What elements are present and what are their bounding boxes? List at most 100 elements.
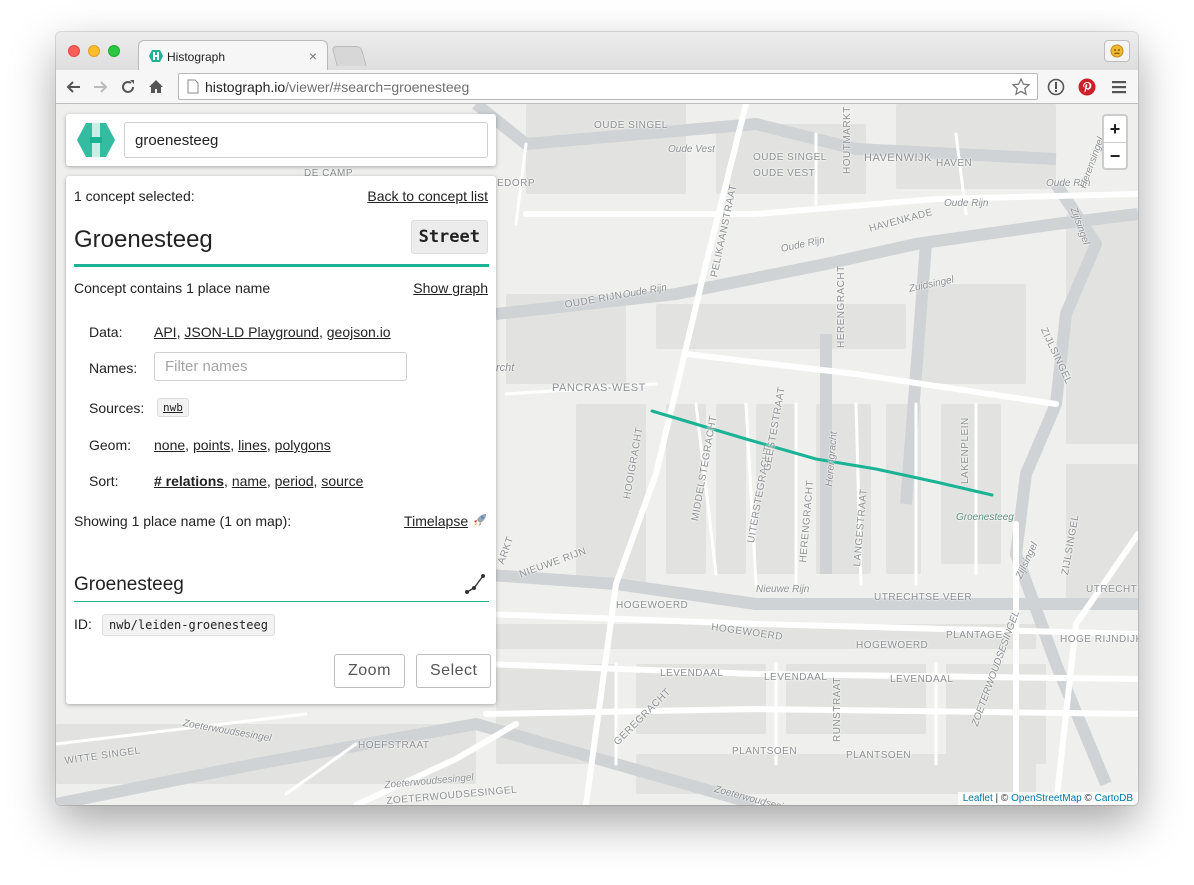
map-label: LEVENDAAL — [890, 674, 954, 685]
page-icon — [187, 79, 199, 94]
timelapse-link[interactable]: Timelapse — [404, 512, 488, 529]
source-nwb-chip[interactable]: nwb — [157, 398, 189, 417]
sort-relations-link[interactable]: # relations — [154, 473, 224, 489]
concept-type-badge: Street — [410, 220, 488, 254]
browser-toolbar: histograph.io/viewer/#search=groenesteeg — [56, 70, 1138, 104]
filter-names-input[interactable] — [154, 352, 407, 381]
map-label: OUDE SINGEL — [594, 120, 668, 131]
place-divider — [74, 601, 489, 602]
window-maximize-button[interactable] — [108, 45, 120, 57]
sort-period-link[interactable]: period — [275, 473, 314, 489]
names-label: Names: — [89, 360, 138, 376]
timelapse-label: Timelapse — [404, 513, 469, 529]
show-graph-link[interactable]: Show graph — [413, 280, 488, 296]
concept-panel: 1 concept selected: Back to concept list… — [66, 176, 496, 704]
geom-polygons-link[interactable]: polygons — [275, 437, 331, 453]
title-divider — [74, 264, 489, 267]
menu-hamburger-icon[interactable] — [1110, 77, 1130, 97]
map-label: RUNSTRAAT — [832, 677, 843, 742]
api-link[interactable]: API — [154, 324, 177, 340]
sources-label: Sources: — [89, 400, 145, 416]
map-label: LEVENDAAL — [764, 672, 828, 683]
browser-window: Histograph × histograph.io/viewer/#searc… — [56, 32, 1138, 805]
map-label: OUDE SINGEL — [753, 152, 827, 163]
map-label: HERENGRACHT — [836, 265, 847, 348]
map-label: HOGE RIJNDIJK — [1060, 634, 1138, 645]
attribution-separator: © — [1081, 793, 1095, 804]
back-arrow-icon[interactable] — [64, 77, 84, 97]
map-label: Oude Rijn — [944, 198, 989, 209]
map-label: PLANTSOEN — [846, 750, 912, 761]
search-input[interactable] — [124, 122, 488, 158]
geom-lines-link[interactable]: lines — [238, 437, 267, 453]
back-to-concept-list-link[interactable]: Back to concept list — [367, 188, 488, 204]
bookmark-star-icon[interactable] — [1011, 77, 1031, 97]
showing-count-text: Showing 1 place name (1 on map): — [74, 513, 292, 529]
data-label: Data: — [89, 324, 123, 340]
map-label: OUDE VEST — [753, 168, 816, 179]
geom-label: Geom: — [89, 437, 132, 453]
place-name: Groenesteeg — [74, 574, 184, 595]
zoom-in-button[interactable]: + — [1104, 116, 1126, 142]
sort-name-link[interactable]: name — [232, 473, 267, 489]
rocket-icon — [474, 514, 486, 526]
map-label: PANCRAS-WEST — [552, 382, 646, 394]
leaflet-link[interactable]: Leaflet — [963, 793, 993, 804]
id-label: ID: — [74, 616, 92, 632]
new-tab-button[interactable] — [331, 46, 367, 66]
pinterest-icon[interactable] — [1077, 77, 1097, 97]
map-label: HOGEWOERD — [856, 640, 929, 651]
data-links: API, JSON-LD Playground, geojson.io — [154, 324, 391, 340]
map-label: UTRECHTSE VEER — [874, 592, 973, 603]
geom-none-link[interactable]: none — [154, 437, 185, 453]
map-label: LAKENPLEIN — [960, 417, 971, 484]
map-label: UTRECHTS — [1086, 584, 1138, 595]
histograph-logo-icon[interactable] — [76, 122, 116, 158]
map-label: Oude Vest — [668, 144, 715, 155]
concept-title: Groenesteeg — [74, 226, 213, 253]
map-label: PLANTSOEN — [732, 746, 798, 757]
window-minimize-button[interactable] — [88, 45, 100, 57]
forward-arrow-icon[interactable] — [90, 77, 110, 97]
map-label: HOUTMARKT — [842, 106, 853, 174]
browser-tab-histograph[interactable]: Histograph × — [138, 40, 328, 71]
profile-button[interactable] — [1104, 40, 1130, 62]
map-label: Nieuwe Rijn — [756, 584, 810, 595]
sort-source-link[interactable]: source — [321, 473, 363, 489]
map-label: LEVENDAAL — [660, 668, 724, 679]
map-label: Groenesteeg — [956, 512, 1014, 523]
map-label: HAVEN — [936, 158, 973, 169]
map-label: HOEFSTRAAT — [358, 740, 430, 751]
histograph-favicon-icon — [149, 50, 163, 62]
tab-title: Histograph — [167, 50, 226, 64]
attribution-separator: | © — [992, 793, 1012, 804]
graph-icon[interactable] — [464, 572, 488, 596]
window-close-button[interactable] — [68, 45, 80, 57]
zoom-out-button[interactable]: − — [1104, 142, 1126, 168]
sort-label: Sort: — [89, 473, 119, 489]
select-button[interactable]: Select — [416, 654, 492, 688]
page-viewport: OUDE SINGEL Oude Vest OUDE SINGEL OUDE V… — [56, 104, 1138, 805]
tab-close-icon[interactable]: × — [309, 48, 317, 64]
search-box — [66, 114, 496, 166]
title-bar: Histograph × — [56, 32, 1138, 71]
geom-points-link[interactable]: points — [193, 437, 230, 453]
jsonld-playground-link[interactable]: JSON-LD Playground — [184, 324, 319, 340]
map-zoom-control: + − — [1102, 114, 1128, 170]
geojson-io-link[interactable]: geojson.io — [327, 324, 391, 340]
map-label: HAVENWIJK — [864, 152, 932, 164]
concept-contains-text: Concept contains 1 place name — [74, 280, 271, 296]
info-extension-icon[interactable] — [1046, 77, 1066, 97]
map-label: EDORP — [497, 178, 536, 189]
map-label: rcht — [496, 362, 515, 374]
home-icon[interactable] — [146, 77, 166, 97]
cartodb-link[interactable]: CartoDB — [1095, 793, 1133, 804]
zoom-button[interactable]: Zoom — [334, 654, 405, 688]
address-bar[interactable]: histograph.io/viewer/#search=groenesteeg — [178, 73, 1038, 100]
reload-icon[interactable] — [118, 77, 138, 97]
profile-face-icon — [1110, 44, 1124, 58]
address-url: histograph.io/viewer/#search=groenesteeg — [205, 79, 470, 95]
map-label: HOGEWOERD — [616, 600, 689, 611]
openstreetmap-link[interactable]: OpenStreetMap — [1011, 793, 1082, 804]
place-id-chip: nwb/leiden-groenesteeg — [102, 614, 275, 636]
